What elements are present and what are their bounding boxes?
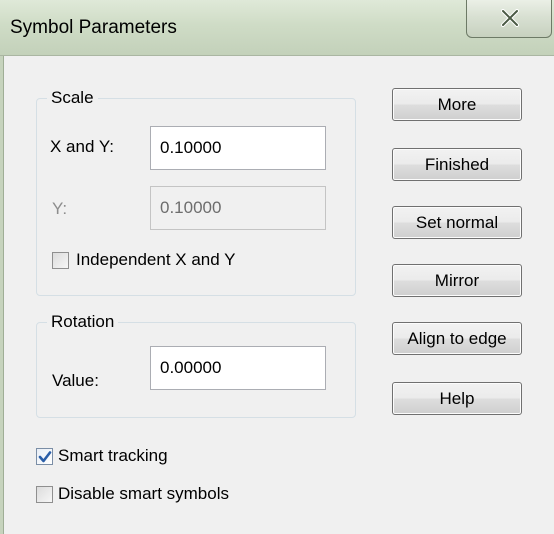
window-title: Symbol Parameters [10,17,177,38]
close-button[interactable] [466,0,552,38]
y-input: 0.10000 [150,186,326,230]
y-label: Y: [52,199,68,218]
more-button[interactable]: More [392,88,522,121]
title-bar: Symbol Parameters [0,0,554,56]
independent-xy-checkbox[interactable] [52,252,69,269]
close-icon [501,9,519,27]
set-normal-button[interactable]: Set normal [392,206,522,239]
mirror-button[interactable]: Mirror [392,264,522,297]
scale-group-label: Scale [47,87,98,109]
x-and-y-input[interactable]: 0.10000 [150,126,326,170]
rotation-value-label: Value: [52,371,99,390]
checkmark-icon [38,451,52,463]
disable-smart-symbols-checkbox[interactable] [36,486,53,503]
finished-button[interactable]: Finished [392,148,522,181]
rotation-group-label: Rotation [47,311,119,333]
align-to-edge-button[interactable]: Align to edge [392,322,522,355]
window-frame-left [0,56,4,534]
rotation-value-input[interactable]: 0.00000 [150,346,326,390]
disable-smart-symbols-label[interactable]: Disable smart symbols [58,483,229,505]
smart-tracking-checkbox[interactable] [36,448,53,465]
smart-tracking-label[interactable]: Smart tracking [58,445,168,467]
help-button[interactable]: Help [392,382,522,415]
independent-xy-label[interactable]: Independent X and Y [76,249,235,271]
x-and-y-label: X and Y: [50,137,114,156]
